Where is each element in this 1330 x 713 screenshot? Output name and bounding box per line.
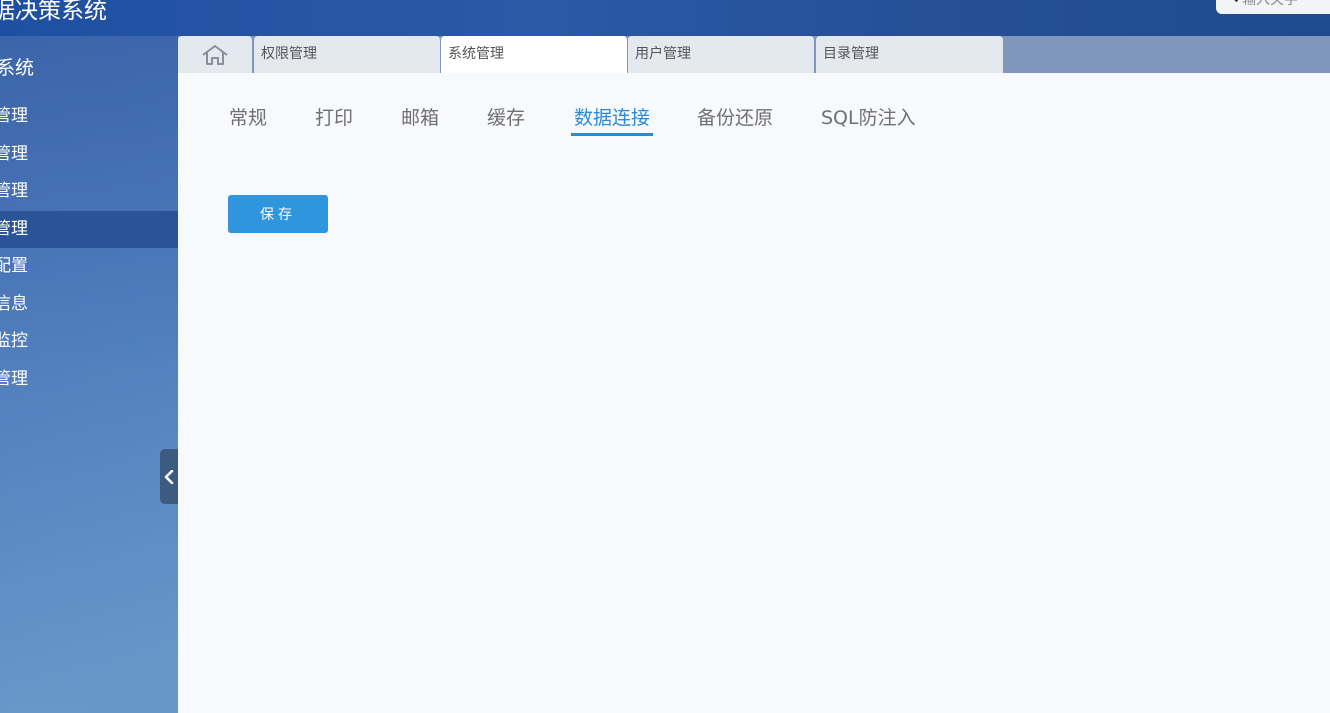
sidebar-item-3[interactable]: 管理 xyxy=(0,173,178,211)
chevron-left-icon xyxy=(164,469,174,484)
tab-home[interactable] xyxy=(178,36,252,73)
app-title: 据决策系统 xyxy=(0,0,107,24)
search-input[interactable] xyxy=(1242,0,1330,12)
home-icon xyxy=(202,44,228,65)
sidebar-item-config[interactable]: 配置 xyxy=(0,248,178,286)
sidebar-collapse-button[interactable] xyxy=(160,449,178,504)
tab-strip: 权限管理 系统管理 用户管理 目录管理 xyxy=(178,36,1330,73)
save-button[interactable]: 保存 xyxy=(228,195,328,233)
sidebar-item-1[interactable]: 管理 xyxy=(0,98,178,136)
sidebar-item-monitor[interactable]: 监控 xyxy=(0,323,178,361)
subtab-email[interactable]: 邮箱 xyxy=(401,103,439,136)
tab-system[interactable]: 系统管理 xyxy=(441,36,627,73)
sidebar-menu: 管理 管理 管理 管理 配置 信息 监控 管理 xyxy=(0,98,178,398)
subtab-backup-restore[interactable]: 备份还原 xyxy=(697,103,773,136)
main-content: 常规 打印 邮箱 缓存 数据连接 备份还原 SQL防注入 保存 xyxy=(178,73,1330,713)
sidebar-item-4-active[interactable]: 管理 xyxy=(0,210,178,248)
tab-permission[interactable]: 权限管理 xyxy=(254,36,440,73)
subtab-data-connection[interactable]: 数据连接 xyxy=(571,103,654,136)
search-icon[interactable] xyxy=(1222,0,1238,4)
subtab-cache[interactable]: 缓存 xyxy=(487,103,525,136)
tab-directory[interactable]: 目录管理 xyxy=(816,36,1003,73)
search-box[interactable] xyxy=(1216,0,1330,14)
subtab-sql-injection[interactable]: SQL防注入 xyxy=(821,103,916,136)
subtab-print[interactable]: 打印 xyxy=(315,103,353,136)
top-header: 据决策系统 xyxy=(0,0,1330,36)
sidebar-item-info[interactable]: 信息 xyxy=(0,286,178,324)
subtab-general[interactable]: 常规 xyxy=(229,103,267,136)
sidebar-item-2[interactable]: 管理 xyxy=(0,136,178,174)
tab-user[interactable]: 用户管理 xyxy=(628,36,814,73)
sidebar: 系统 管理 管理 管理 管理 配置 信息 监控 管理 xyxy=(0,36,178,713)
sidebar-item-8[interactable]: 管理 xyxy=(0,361,178,399)
sidebar-title: 系统 xyxy=(0,57,35,79)
